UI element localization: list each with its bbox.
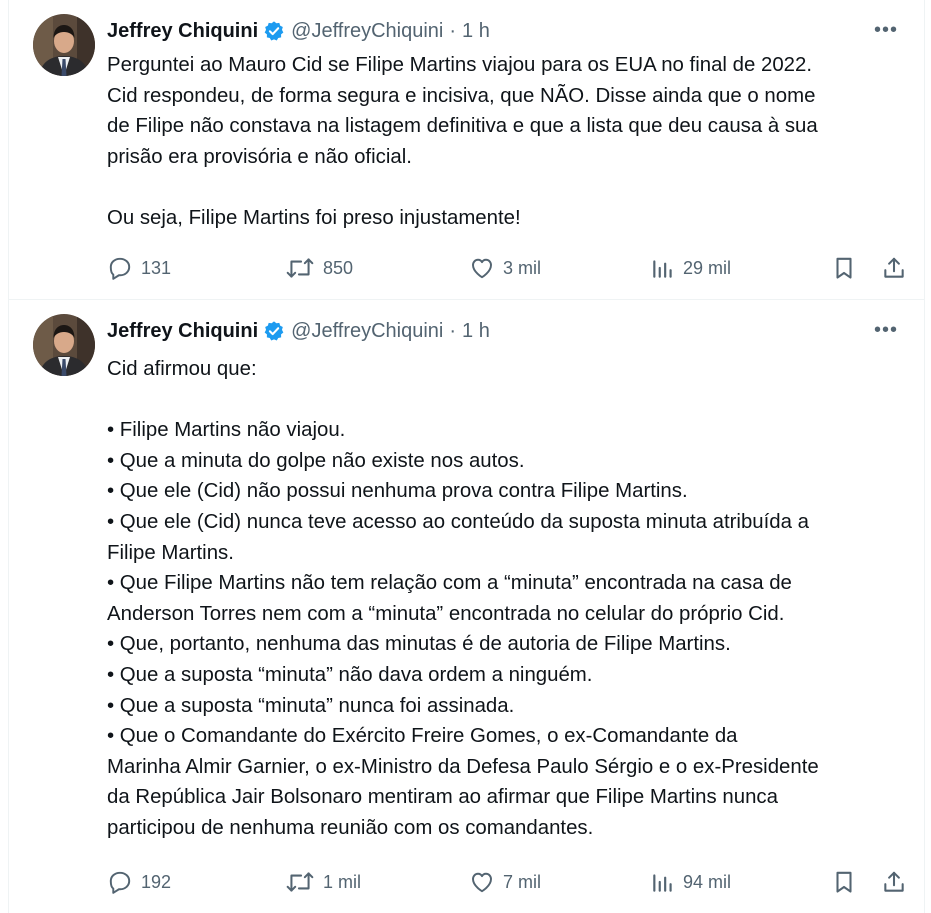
heart-icon	[469, 869, 503, 895]
text-line: • Que ele (Cid) não possui nenhuma prova…	[107, 480, 688, 503]
tweet[interactable]: Jeffrey Chiquini @JeffreyChiquini · 1 h ••• P…	[8, 0, 925, 300]
header-separator: ·	[449, 19, 457, 42]
like-button[interactable]: 7 mil	[469, 866, 541, 898]
text-line: • Que o Comandante do Exército Freire Go…	[107, 725, 738, 748]
reply-icon	[107, 869, 141, 895]
text-line: Marinha Almir Garnier, o ex-Ministro da …	[107, 755, 819, 778]
views-button[interactable]: 94 mil	[651, 866, 731, 898]
share-button[interactable]	[881, 866, 907, 898]
more-horizontal-icon[interactable]: •••	[870, 18, 902, 42]
reply-button[interactable]: 131	[107, 252, 171, 284]
text-line: Anderson Torres nem com a “minuta” encon…	[107, 602, 785, 625]
author-handle[interactable]: @JeffreyChiquini	[291, 20, 443, 43]
text-line: prisão era provisória e não oficial.	[107, 145, 412, 168]
text-line: da República Jair Bolsonaro mentiram ao …	[107, 786, 778, 809]
text-line: • Que a suposta “minuta” não dava ordem …	[107, 663, 593, 686]
header-separator: ·	[449, 319, 457, 342]
text-line: Cid respondeu, de forma segura e incisiv…	[107, 84, 816, 107]
avatar[interactable]	[33, 314, 95, 376]
reply-count: 192	[141, 871, 172, 892]
author-handle[interactable]: @JeffreyChiquini	[291, 320, 443, 343]
retweet-count: 850	[323, 257, 354, 278]
views-button[interactable]: 29 mil	[651, 252, 731, 284]
text-line: Ou seja, Filipe Martins foi preso injust…	[107, 206, 521, 229]
author-name[interactable]: Jeffrey Chiquini	[107, 320, 258, 343]
heart-icon	[469, 255, 503, 281]
bookmark-icon	[831, 255, 857, 281]
text-line: Cid afirmou que:	[107, 358, 257, 380]
like-count: 3 mil	[503, 257, 542, 278]
timeline-feed: Jeffrey Chiquini @JeffreyChiquini · 1 h ••• P…	[0, 0, 931, 913]
tweet-header: Jeffrey Chiquini @JeffreyChiquini · 1 h	[107, 317, 900, 345]
views-count: 94 mil	[683, 871, 732, 892]
share-icon	[881, 869, 907, 895]
tweet-header: Jeffrey Chiquini @JeffreyChiquini · 1 h	[107, 17, 900, 45]
verified-badge-icon	[263, 20, 285, 42]
share-button[interactable]	[881, 252, 907, 284]
like-button[interactable]: 3 mil	[469, 252, 541, 284]
views-count: 29 mil	[683, 257, 732, 278]
bookmark-button[interactable]	[831, 252, 857, 284]
verified-badge-icon	[263, 320, 285, 342]
action-bar: 131 850 3 mil 29 mil	[107, 252, 908, 284]
reply-count: 131	[141, 257, 172, 278]
bookmark-button[interactable]	[831, 866, 857, 898]
retweet-icon	[285, 255, 323, 281]
tweet[interactable]: Jeffrey Chiquini @JeffreyChiquini · 1 h ••• C…	[8, 300, 925, 913]
author-name[interactable]: Jeffrey Chiquini	[107, 20, 258, 43]
bookmark-icon	[831, 869, 857, 895]
more-horizontal-icon[interactable]: •••	[870, 318, 902, 342]
views-chart-icon	[651, 869, 683, 895]
text-line: Perguntei ao Mauro Cid se Filipe Martins…	[107, 54, 812, 76]
reply-button[interactable]: 192	[107, 866, 171, 898]
like-count: 7 mil	[503, 871, 542, 892]
action-bar: 192 1 mil 7 mil 94 mil	[107, 866, 908, 898]
text-line: • Que ele (Cid) nunca teve acesso ao con…	[107, 510, 809, 533]
text-line: • Que Filipe Martins não tem relação com…	[107, 572, 792, 595]
text-line: participou de nenhuma reunião com os com…	[107, 816, 594, 839]
retweet-button[interactable]: 850	[285, 252, 353, 284]
text-line: • Que, portanto, nenhuma das minutas é d…	[107, 633, 731, 656]
tweet-text: Cid afirmou que: • Filipe Martins não via…	[107, 354, 902, 844]
reply-icon	[107, 255, 141, 281]
timestamp[interactable]: 1 h	[462, 320, 490, 343]
text-line: Filipe Martins.	[107, 541, 234, 564]
retweet-count: 1 mil	[323, 871, 362, 892]
text-line: • Filipe Martins não viajou.	[107, 419, 346, 442]
text-line: • Que a suposta “minuta” nunca foi assin…	[107, 694, 515, 717]
text-line: de Filipe não constava na listagem defin…	[107, 115, 818, 138]
retweet-button[interactable]: 1 mil	[285, 866, 361, 898]
avatar[interactable]	[33, 14, 95, 76]
text-line: • Que a minuta do golpe não existe nos a…	[107, 449, 525, 472]
views-chart-icon	[651, 255, 683, 281]
tweet-text: Perguntei ao Mauro Cid se Filipe Martins…	[107, 50, 902, 234]
retweet-icon	[285, 869, 323, 895]
share-icon	[881, 255, 907, 281]
timestamp[interactable]: 1 h	[462, 20, 490, 43]
